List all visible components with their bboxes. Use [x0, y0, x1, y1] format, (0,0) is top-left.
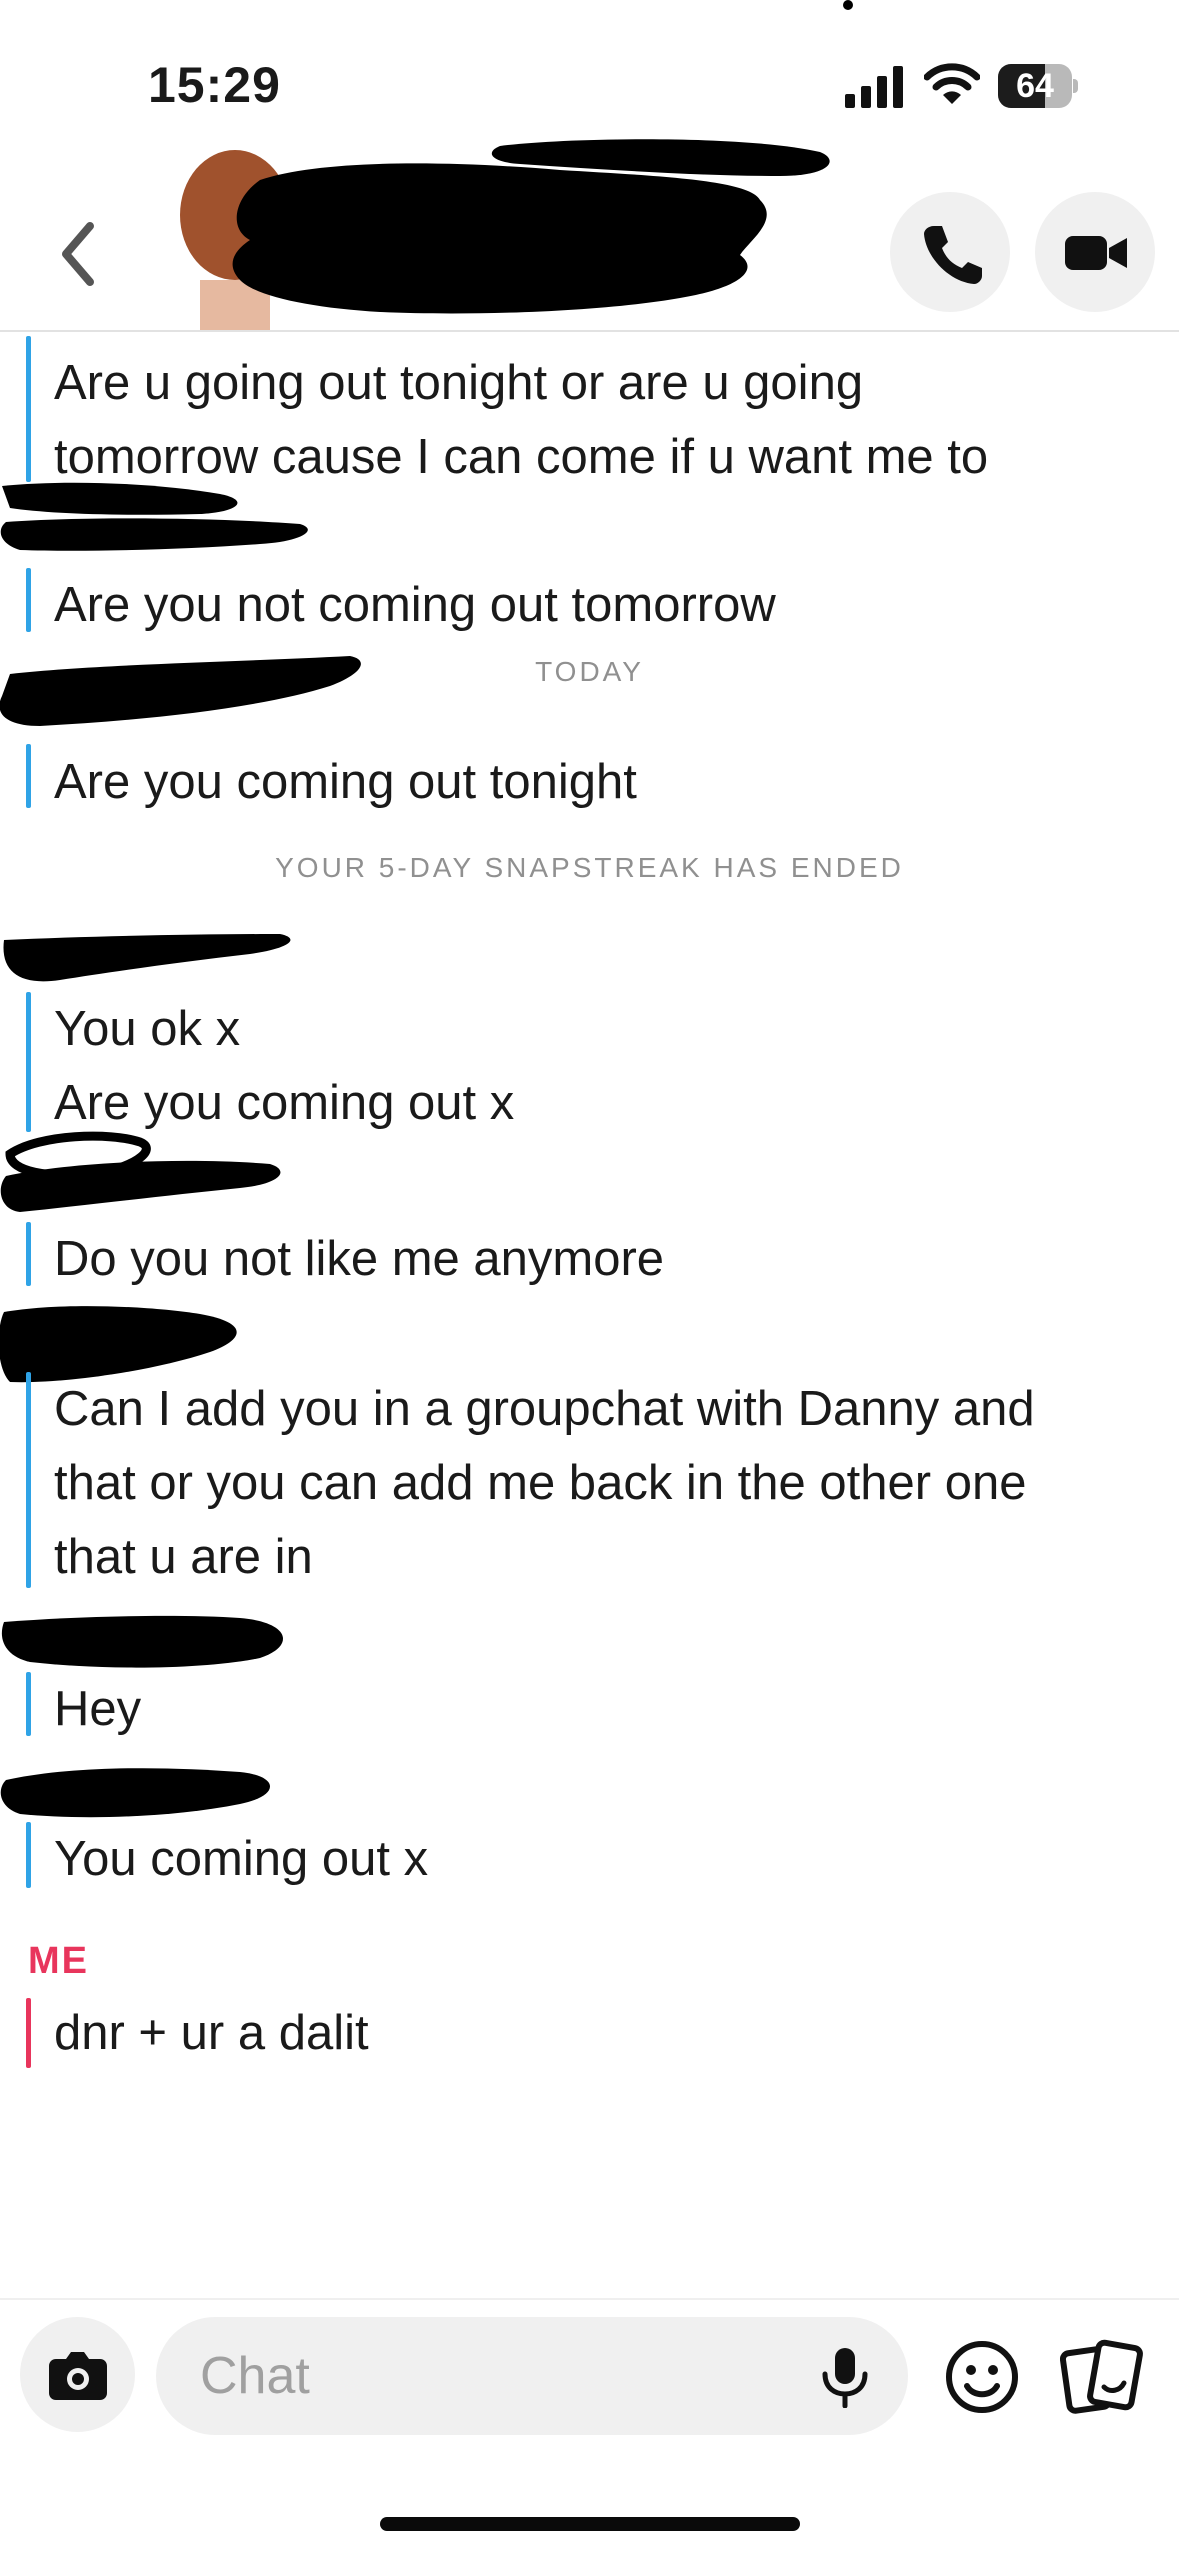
microphone-icon[interactable]: [815, 2346, 875, 2408]
date-divider-today: TODAY: [535, 656, 644, 687]
voice-call-button[interactable]: [890, 192, 1010, 312]
friend-message-bar: [26, 568, 31, 632]
composer-divider: [0, 2298, 1179, 2300]
message-line: You ok x: [54, 1002, 241, 1056]
dynamic-island-dot: [843, 0, 853, 10]
redacted-sender-name: [0, 482, 308, 551]
message-line: You coming out x: [54, 1832, 429, 1886]
message-line: Are u going out tonight or are u going: [54, 356, 864, 410]
battery-indicator: 64: [998, 64, 1078, 108]
friend-message-bar: [26, 1372, 31, 1588]
snapstreak-ended-note: YOUR 5-DAY SNAPSTREAK HAS ENDED: [275, 852, 904, 883]
redacted-sender-name: [3, 934, 291, 982]
redacted-sender-name: [0, 1131, 281, 1212]
status-time: 15:29: [148, 57, 281, 113]
friend-message-bar: [26, 992, 31, 1132]
me-sender-label: ME: [28, 1940, 89, 1982]
smiley-icon[interactable]: [940, 2335, 1024, 2419]
message-line: Hey: [54, 1682, 142, 1736]
friend-message-bar: [26, 744, 31, 808]
redacted-sender-name: [1, 1615, 283, 1668]
battery-level: 64: [1016, 67, 1054, 105]
contact-header-redacted[interactable]: [140, 130, 840, 330]
friend-message-bar: [26, 1822, 31, 1888]
video-camera-icon: [1065, 236, 1127, 270]
message-line: Are you not coming out tomorrow: [54, 578, 776, 632]
camera-icon: [49, 2352, 107, 2400]
wifi-icon: [924, 63, 980, 104]
message-line: that u are in: [54, 1530, 313, 1584]
my-message-bar: [26, 1998, 31, 2068]
home-indicator: [380, 2517, 800, 2531]
friend-message-bar: [26, 1222, 31, 1286]
video-call-button[interactable]: [1035, 192, 1155, 312]
message-line: dnr + ur a dalit: [54, 2006, 369, 2060]
signal-icon: [845, 66, 903, 108]
chat-input[interactable]: [156, 2317, 908, 2435]
friend-message-bar: [26, 336, 31, 482]
camera-button[interactable]: [20, 2317, 135, 2432]
message-line: that or you can add me back in the other…: [54, 1456, 1027, 1510]
redacted-sender-name: [0, 1768, 270, 1818]
friend-message-bar: [26, 1672, 31, 1736]
cards-icon[interactable]: [1060, 2335, 1150, 2419]
header-divider: [0, 330, 1179, 332]
message-line: Do you not like me anymore: [54, 1232, 665, 1286]
message-line: Are you coming out tonight: [54, 755, 637, 809]
back-button[interactable]: [48, 214, 108, 294]
message-line: Can I add you in a groupchat with Danny …: [54, 1382, 1035, 1436]
phone-icon: [924, 226, 982, 284]
